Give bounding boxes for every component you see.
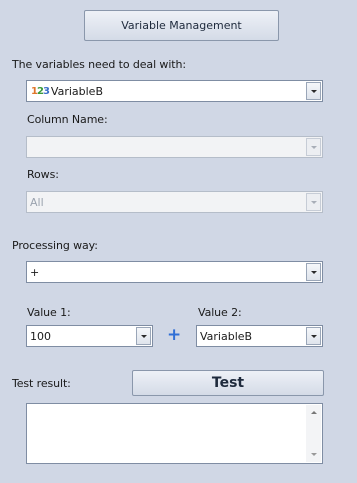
variables-select-value: VariableB — [50, 84, 103, 98]
value1-select[interactable]: 100 — [26, 325, 153, 347]
variable-management-label: Variable Management — [121, 19, 242, 32]
test-result-label: Test result: — [12, 377, 71, 390]
processing-way-dropdown-button[interactable] — [306, 263, 321, 281]
chevron-down-icon — [310, 334, 317, 338]
processing-way-label: Processing way: — [12, 239, 98, 252]
column-name-dropdown-button — [306, 138, 321, 156]
variables-dropdown-button[interactable] — [306, 82, 321, 100]
value2-label: Value 2: — [198, 306, 242, 319]
value2-value: VariableB — [200, 329, 253, 343]
rows-label: Rows: — [27, 168, 59, 181]
scroll-up-icon[interactable] — [310, 411, 317, 414]
value2-dropdown-button[interactable] — [306, 327, 321, 345]
value1-value: 100 — [30, 329, 51, 343]
scroll-down-icon[interactable] — [310, 453, 317, 456]
variables-label: The variables need to deal with: — [12, 58, 186, 71]
result-scrollbar[interactable] — [306, 405, 321, 462]
column-name-label: Column Name: — [27, 113, 108, 126]
value1-label: Value 1: — [27, 306, 71, 319]
test-button-label: Test — [211, 375, 245, 391]
processing-way-value: + — [30, 265, 40, 279]
value1-dropdown-button[interactable] — [136, 327, 151, 345]
rows-dropdown-button — [306, 193, 321, 211]
chevron-down-icon — [310, 200, 317, 204]
chevron-down-icon — [310, 270, 317, 274]
chevron-down-icon — [310, 89, 317, 93]
rows-value: All — [30, 195, 44, 209]
variable-management-button[interactable]: Variable Management — [84, 10, 279, 41]
column-name-select — [26, 136, 323, 158]
test-button[interactable]: Test — [132, 370, 324, 396]
variables-select[interactable]: 123 VariableB — [26, 80, 323, 102]
rows-select: All — [26, 191, 323, 213]
processing-way-select[interactable]: + — [26, 261, 323, 283]
operator-symbol: + — [167, 325, 182, 345]
test-result-textarea[interactable] — [26, 403, 323, 464]
value2-select[interactable]: VariableB — [196, 325, 323, 347]
chevron-down-icon — [310, 145, 317, 149]
numeric-variable-icon: 123 — [31, 85, 50, 97]
chevron-down-icon — [140, 334, 147, 338]
